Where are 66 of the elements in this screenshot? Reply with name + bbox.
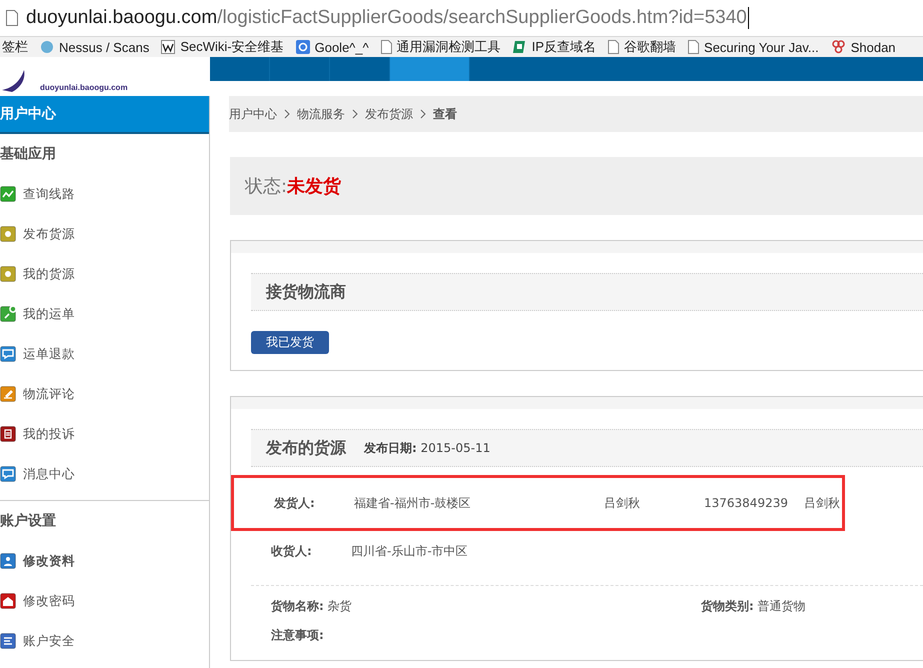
sidebar-item[interactable]: 运单退款 — [0, 334, 209, 374]
panel-title: 发布的货源 — [266, 438, 346, 458]
chat-icon — [0, 466, 16, 482]
sidebar-item[interactable]: 我的运单 — [0, 294, 209, 334]
breadcrumb-link[interactable]: 发布货源 — [365, 106, 413, 122]
sidebar-item[interactable]: 消息中心 — [0, 454, 209, 494]
bookmark-item[interactable]: Nessus / Scans — [40, 40, 150, 54]
goods-field: 注意事项: — [271, 627, 701, 644]
page-icon — [688, 40, 700, 54]
address-text: 四川省-乐山市-市中区 — [351, 542, 469, 560]
sidebar-item[interactable]: 我的货源 — [0, 254, 209, 294]
nav-tab[interactable] — [390, 57, 470, 81]
sidebar-title: 用户中心 — [0, 96, 209, 134]
list-icon — [0, 633, 16, 649]
chevron-icon — [420, 109, 426, 119]
chart-icon — [0, 186, 16, 202]
panel-title: 接货物流商 — [266, 282, 346, 302]
sidebar-item[interactable]: 查询线路 — [0, 174, 209, 214]
logo-text: duoyunlai.baoogu.com — [40, 83, 128, 92]
page-icon — [608, 40, 620, 54]
goods-field: 货物名称: 杂货 — [271, 598, 701, 615]
address-text: 福建省-福州市-鼓楼区 — [354, 494, 472, 512]
bookmark-item[interactable]: 通用漏洞检测工具 — [380, 38, 501, 56]
google-icon — [296, 40, 310, 54]
sidebar-group-title: 基础应用 — [0, 144, 57, 164]
bookmark-item[interactable]: IP反查域名 — [512, 38, 596, 56]
sidebar-item[interactable]: 修改资料 — [0, 541, 209, 581]
name-text: 吕剑秋 — [604, 494, 641, 512]
bookmark-item[interactable]: Shodan — [830, 40, 896, 54]
wiki-icon — [161, 40, 176, 54]
bookmark-item[interactable]: Securing Your Jav... — [688, 40, 819, 54]
bookmark-item[interactable]: 谷歌翻墙 — [608, 38, 676, 56]
publish-date: 发布日期: 2015-05-11 — [364, 440, 490, 456]
bookmark-item[interactable]: SecWiki-安全维基 — [161, 38, 284, 56]
key-icon — [0, 306, 16, 322]
chat-icon — [0, 346, 16, 362]
chevron-icon — [352, 109, 358, 119]
sidebar-item[interactable]: 我的投诉 — [0, 414, 209, 454]
sidebar-item[interactable]: 修改密码 — [0, 581, 209, 621]
page-icon — [6, 10, 18, 26]
chevron-icon — [284, 109, 290, 119]
ip-icon — [512, 40, 527, 54]
sidebar-item[interactable]: 账户安全 — [0, 621, 209, 661]
sidebar-group-title: 账户设置 — [0, 512, 57, 531]
house-icon — [0, 593, 16, 609]
page-icon — [380, 40, 392, 54]
breadcrumb-link[interactable]: 物流服务 — [297, 106, 345, 122]
contact-text: 吕剑秋 — [804, 494, 841, 512]
status-text: 状态:未发货 — [230, 157, 923, 215]
globe-icon — [40, 40, 54, 54]
breadcrumb-link[interactable]: 用户中心 — [229, 106, 277, 122]
bookmark-item[interactable]: Goole^_^ — [296, 40, 369, 54]
user-icon — [0, 553, 16, 569]
pencil-icon — [0, 386, 16, 402]
shipped-button[interactable]: 我已发货 — [251, 331, 329, 354]
field-label: 收货人: — [270, 542, 313, 560]
field-label: 发货人: — [272, 494, 316, 512]
address-bar-url[interactable]: duoyunlai.baoogu.com/logisticFactSupplierGoods/searchSupplierGoods.htm?id=5340 — [26, 7, 749, 29]
sidebar-item[interactable]: 发布货源 — [0, 214, 209, 254]
phone-text: 13763849239 — [704, 496, 789, 510]
document-icon — [0, 426, 16, 442]
bookmark-item[interactable]: 签栏 — [2, 38, 28, 56]
shodan-icon — [830, 40, 846, 54]
breadcrumb-link[interactable]: 查看 — [433, 106, 457, 122]
sidebar-item[interactable]: 物流评论 — [0, 374, 209, 414]
goods-field: 货物类别: 普通货物 — [701, 598, 923, 615]
